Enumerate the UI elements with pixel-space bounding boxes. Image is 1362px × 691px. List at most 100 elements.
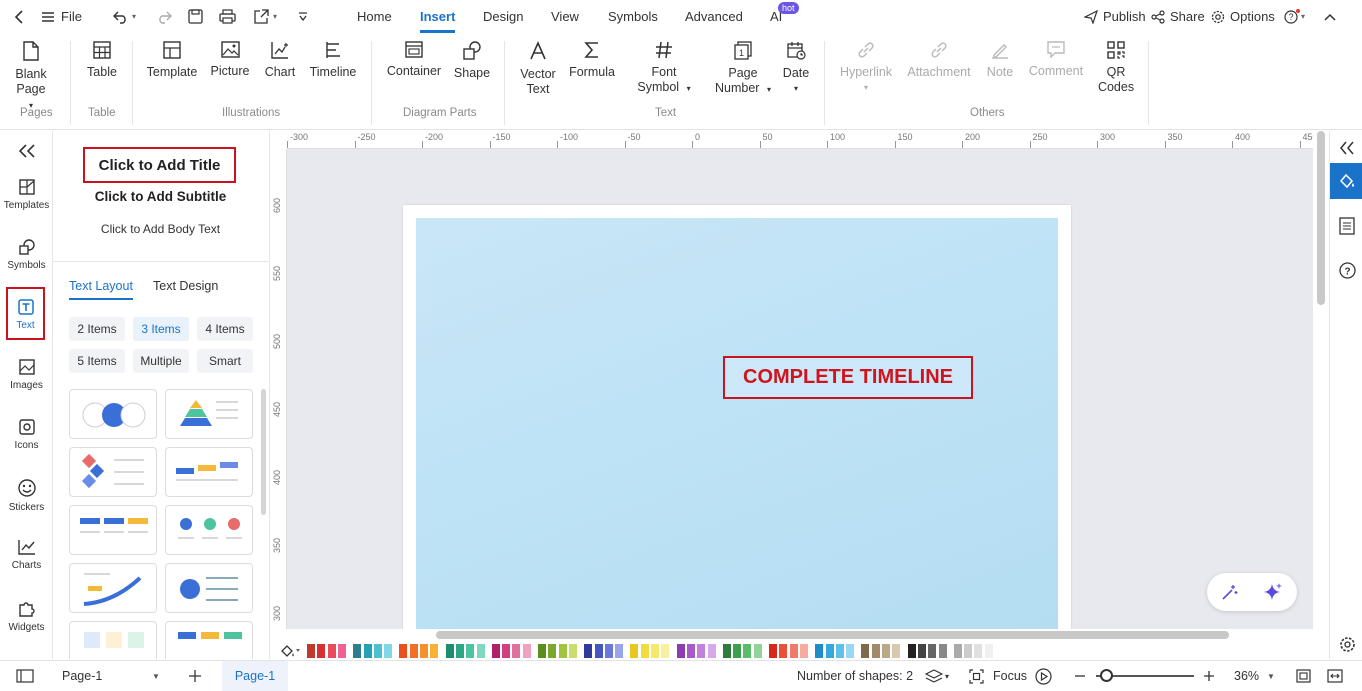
drawing-canvas[interactable]: COMPLETE TIMELINE bbox=[287, 149, 1313, 629]
tab-home[interactable]: Home bbox=[357, 0, 392, 33]
expand-right-panel-button[interactable] bbox=[1340, 141, 1354, 158]
chip-5-items[interactable]: 5 Items bbox=[69, 349, 125, 373]
tab-symbols[interactable]: Symbols bbox=[608, 0, 658, 33]
fit-page-button[interactable] bbox=[1296, 661, 1311, 691]
color-swatch[interactable] bbox=[661, 644, 670, 658]
color-swatch[interactable] bbox=[953, 644, 962, 658]
focus-button[interactable]: Focus bbox=[969, 661, 1027, 691]
publish-button[interactable]: Publish bbox=[1084, 0, 1146, 33]
ai-assistant-button[interactable] bbox=[1263, 582, 1283, 605]
file-menu[interactable]: File bbox=[41, 0, 82, 33]
color-swatch[interactable] bbox=[846, 644, 855, 658]
page-tab-1[interactable]: Page-1 bbox=[222, 661, 288, 691]
color-swatch[interactable] bbox=[522, 644, 531, 658]
undo-button[interactable]: ▾ bbox=[113, 0, 136, 33]
vertical-scrollbar[interactable] bbox=[1316, 131, 1326, 631]
undo-dropdown-icon[interactable]: ▾ bbox=[132, 12, 136, 21]
color-swatch[interactable] bbox=[317, 644, 326, 658]
color-swatch[interactable] bbox=[676, 644, 685, 658]
document-page[interactable]: COMPLETE TIMELINE bbox=[403, 205, 1071, 629]
table-button[interactable]: Table bbox=[86, 41, 118, 80]
tab-design[interactable]: Design bbox=[483, 0, 523, 33]
add-page-button[interactable] bbox=[188, 661, 202, 691]
chip-4-items[interactable]: 4 Items bbox=[197, 317, 253, 341]
text-layout-thumbnail[interactable] bbox=[69, 621, 157, 659]
template-button[interactable]: Template bbox=[146, 41, 198, 80]
color-swatch[interactable] bbox=[892, 644, 901, 658]
color-swatch[interactable] bbox=[928, 644, 937, 658]
options-button[interactable]: Options bbox=[1211, 0, 1275, 33]
color-swatch[interactable] bbox=[337, 644, 346, 658]
color-swatch[interactable] bbox=[558, 644, 567, 658]
color-swatch[interactable] bbox=[353, 644, 362, 658]
text-layout-thumbnail[interactable] bbox=[165, 563, 253, 613]
color-swatch[interactable] bbox=[384, 644, 393, 658]
tab-text-layout[interactable]: Text Layout bbox=[69, 279, 133, 300]
color-swatch[interactable] bbox=[907, 644, 916, 658]
chip-3-items[interactable]: 3 Items bbox=[133, 317, 189, 341]
color-swatch[interactable] bbox=[825, 644, 834, 658]
fullscreen-button[interactable] bbox=[1327, 661, 1343, 691]
sidebar-item-charts[interactable]: Charts bbox=[0, 539, 53, 571]
help-button[interactable]: ? ▾ bbox=[1284, 0, 1305, 33]
tab-text-design[interactable]: Text Design bbox=[153, 279, 218, 293]
text-layout-thumbnail[interactable] bbox=[69, 447, 157, 497]
tab-ai[interactable]: AI hot bbox=[770, 0, 799, 33]
color-swatch[interactable] bbox=[604, 644, 613, 658]
tab-insert[interactable]: Insert bbox=[420, 0, 456, 33]
ai-drawing-button[interactable] bbox=[1221, 583, 1239, 604]
print-button[interactable] bbox=[219, 0, 236, 33]
help-panel-button[interactable]: ? bbox=[1339, 262, 1356, 282]
sidebar-item-symbols[interactable]: Symbols bbox=[0, 239, 53, 271]
color-swatch[interactable] bbox=[307, 644, 315, 658]
add-title-item[interactable]: Click to Add Title bbox=[83, 147, 236, 183]
color-swatch[interactable] bbox=[917, 644, 926, 658]
color-swatch[interactable] bbox=[722, 644, 731, 658]
horizontal-scrollbar[interactable] bbox=[436, 631, 1229, 639]
text-layout-thumbnail[interactable] bbox=[69, 505, 157, 555]
color-swatch[interactable] bbox=[584, 644, 593, 658]
font-symbol-button[interactable]: Font Symbol ▾ bbox=[634, 41, 694, 96]
color-swatch[interactable] bbox=[707, 644, 716, 658]
sidebar-item-text[interactable]: Text bbox=[6, 287, 45, 340]
attachment-button[interactable]: Attachment bbox=[906, 41, 972, 80]
layers-dropdown-icon[interactable]: ▾ bbox=[945, 672, 949, 681]
text-layout-thumbnail[interactable] bbox=[69, 389, 157, 439]
add-subtitle-item[interactable]: Click to Add Subtitle bbox=[53, 189, 268, 204]
color-swatch[interactable] bbox=[743, 644, 752, 658]
page-select-dropdown[interactable]: Page-1 ▼ bbox=[62, 661, 162, 691]
color-swatch[interactable] bbox=[430, 644, 439, 658]
chip-smart[interactable]: Smart bbox=[197, 349, 253, 373]
chip-2-items[interactable]: 2 Items bbox=[69, 317, 125, 341]
color-swatch[interactable] bbox=[373, 644, 382, 658]
zoom-level-dropdown[interactable]: 36% ▼ bbox=[1234, 661, 1275, 691]
color-swatch[interactable] bbox=[615, 644, 624, 658]
collapse-panel-button[interactable] bbox=[0, 144, 53, 163]
sidebar-item-widgets[interactable]: Widgets bbox=[0, 599, 53, 633]
chart-button[interactable]: Chart bbox=[263, 41, 297, 80]
tab-advanced[interactable]: Advanced bbox=[685, 0, 743, 33]
color-swatch[interactable] bbox=[327, 644, 336, 658]
color-swatch[interactable] bbox=[445, 644, 454, 658]
shape-button[interactable]: Shape bbox=[454, 41, 490, 81]
comment-button[interactable]: Comment bbox=[1027, 41, 1085, 79]
color-swatch[interactable] bbox=[651, 644, 659, 658]
date-dropdown-icon[interactable]: ▾ bbox=[794, 81, 798, 96]
color-swatch[interactable] bbox=[835, 644, 844, 658]
zoom-in-button[interactable] bbox=[1203, 661, 1215, 691]
formula-button[interactable]: Formula bbox=[568, 41, 616, 80]
hyperlink-button[interactable]: Hyperlink ▾ bbox=[839, 41, 893, 95]
save-button[interactable] bbox=[188, 0, 203, 33]
zoom-slider-thumb[interactable] bbox=[1100, 669, 1113, 682]
chip-multiple[interactable]: Multiple bbox=[133, 349, 189, 373]
vector-text-button[interactable]: Vector Text bbox=[519, 41, 557, 97]
page-number-button[interactable]: 1 Page Number ▾ bbox=[711, 41, 775, 97]
timeline-title-textbox[interactable]: COMPLETE TIMELINE bbox=[723, 356, 973, 399]
play-button[interactable] bbox=[1035, 661, 1052, 691]
color-swatch[interactable] bbox=[491, 644, 500, 658]
blank-page-button[interactable]: Blank Page ▾ bbox=[14, 41, 48, 113]
back-button[interactable] bbox=[14, 0, 24, 33]
text-layout-thumbnail[interactable] bbox=[165, 505, 253, 555]
text-layout-thumbnail[interactable] bbox=[165, 447, 253, 497]
sidebar-item-icons[interactable]: Icons bbox=[0, 419, 53, 451]
